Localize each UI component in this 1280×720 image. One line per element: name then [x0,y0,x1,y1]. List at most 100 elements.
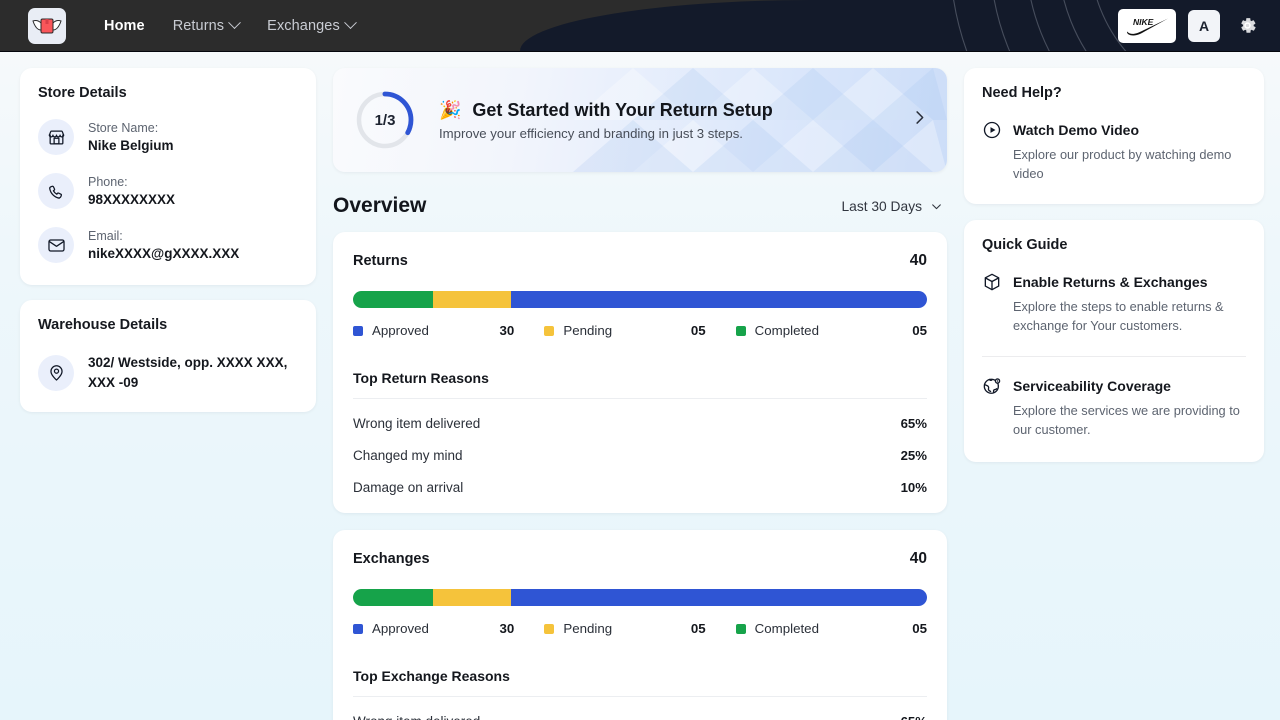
watch-demo-video-title: Watch Demo Video [1013,122,1139,138]
legend-label-completed: Completed [755,323,819,338]
legend-item-pending: Pending 05 [544,621,735,636]
legend-value-completed: 05 [912,323,927,338]
exchanges-stacked-bar [353,589,927,606]
user-avatar-button[interactable]: A [1188,10,1220,42]
store-name-row: Store Name: Nike Belgium [38,119,298,155]
gear-icon [1237,15,1258,36]
reason-percent: 25% [901,448,927,463]
quick-guide-item-title: Enable Returns & Exchanges [1013,274,1208,290]
brand-logo: NIKE [1118,9,1176,43]
svg-text:NIKE: NIKE [1133,17,1154,27]
legend-swatch-completed [736,326,746,336]
settings-button[interactable] [1232,11,1262,41]
app-logo-button[interactable] [28,8,66,44]
header-actions: NIKE A [1118,9,1262,43]
legend-item-pending: Pending 05 [544,323,735,338]
reason-percent: 65% [901,714,927,720]
divider [353,398,927,399]
play-circle-icon [982,120,1002,140]
legend-label-pending: Pending [563,621,612,636]
legend-swatch-approved [353,326,363,336]
right-sidebar: Need Help? Watch Demo Video Explore our … [964,68,1264,720]
legend-label-pending: Pending [563,323,612,338]
reason-row: Changed my mind 25% [353,448,927,463]
legend-item-completed: Completed 05 [736,323,927,338]
overview-header: Overview Last 30 Days [333,194,943,218]
phone-icon [38,173,74,209]
quick-guide-item-desc: Explore the services we are providing to… [982,401,1246,440]
legend-item-approved: Approved 30 [353,323,544,338]
legend-label-approved: Approved [372,621,429,636]
nav-item-home[interactable]: Home [104,18,145,34]
returns-stacked-bar [353,291,927,308]
quick-guide-item-title: Serviceability Coverage [1013,378,1171,394]
quick-guide-title: Quick Guide [982,237,1246,253]
cube-icon [982,272,1002,292]
setup-progress-ring: 1/3 [355,90,415,150]
banner-subtitle: Improve your efficiency and branding in … [439,126,773,141]
store-email-label: Email: [88,229,239,243]
need-help-card: Need Help? Watch Demo Video Explore our … [964,68,1264,204]
store-email-value: nikeXXXX@gXXXX.XXX [88,246,239,261]
envelope-icon [38,227,74,263]
nike-swoosh-logo-icon: NIKE [1124,16,1170,36]
reason-name: Wrong item delivered [353,714,480,720]
page-body: Store Details Store Name: Nike Belgium [0,52,1280,720]
legend-swatch-completed [736,624,746,634]
reason-name: Damage on arrival [353,480,463,495]
onboarding-banner[interactable]: 1/3 🎉 Get Started with Your Return Setup… [333,68,947,172]
returns-label: Returns [353,253,408,269]
returns-metric-card: Returns 40 Approved 30 Pending 05 [333,232,947,513]
globe-pin-icon [982,376,1002,396]
divider [353,696,927,697]
legend-item-approved: Approved 30 [353,621,544,636]
top-exchange-reasons-title: Top Exchange Reasons [353,668,927,684]
watch-demo-video-desc: Explore our product by watching demo vid… [982,145,1246,184]
map-pin-icon [38,355,74,391]
storefront-icon [38,119,74,155]
store-details-title: Store Details [38,85,298,101]
legend-value-approved: 30 [500,621,545,636]
banner-title: Get Started with Your Return Setup [472,100,772,121]
nav-item-returns[interactable]: Returns [173,18,239,34]
returns-legend: Approved 30 Pending 05 Completed 05 [353,323,927,338]
quick-guide-item-serviceability[interactable]: Serviceability Coverage [982,376,1246,396]
banner-text-block: 🎉 Get Started with Your Return Setup Imp… [439,100,773,141]
nav-item-label: Returns [173,18,224,34]
party-popper-icon: 🎉 [439,100,461,121]
quick-guide-item-enable-returns[interactable]: Enable Returns & Exchanges [982,272,1246,292]
chevron-right-icon [910,108,929,127]
store-phone-value: 98XXXXXXXX [88,192,175,207]
date-range-selector[interactable]: Last 30 Days [841,199,943,214]
nav-item-label: Home [104,18,145,34]
banner-next-button[interactable] [910,108,929,132]
quick-guide-card: Quick Guide Enable Returns & Exchanges E… [964,220,1264,462]
returns-segment-approved [511,291,927,308]
winged-box-logo-icon [32,15,62,37]
legend-label-approved: Approved [372,323,429,338]
exchanges-segment-completed [353,589,433,606]
watch-demo-video-item[interactable]: Watch Demo Video [982,120,1246,140]
exchanges-segment-approved [511,589,927,606]
store-phone-row: Phone: 98XXXXXXXX [38,173,298,209]
quick-guide-item-desc: Explore the steps to enable returns & ex… [982,297,1246,336]
top-return-reasons-title: Top Return Reasons [353,370,927,386]
store-phone-label: Phone: [88,175,175,189]
nav-item-label: Exchanges [267,18,340,34]
legend-item-completed: Completed 05 [736,621,927,636]
store-name-label: Store Name: [88,121,174,135]
store-name-value: Nike Belgium [88,138,174,153]
left-sidebar: Store Details Store Name: Nike Belgium [20,68,316,720]
nav-item-exchanges[interactable]: Exchanges [267,18,355,34]
legend-value-pending: 05 [691,621,736,636]
need-help-title: Need Help? [982,85,1246,101]
main-nav: Home Returns Exchanges [104,18,355,34]
warehouse-details-title: Warehouse Details [38,317,298,333]
chevron-down-icon [228,16,241,29]
exchanges-label: Exchanges [353,551,430,567]
returns-total: 40 [910,252,927,270]
banner-title-row: 🎉 Get Started with Your Return Setup [439,100,773,121]
reason-row: Wrong item delivered 65% [353,416,927,431]
store-email-row: Email: nikeXXXX@gXXXX.XXX [38,227,298,263]
reason-percent: 65% [901,416,927,431]
